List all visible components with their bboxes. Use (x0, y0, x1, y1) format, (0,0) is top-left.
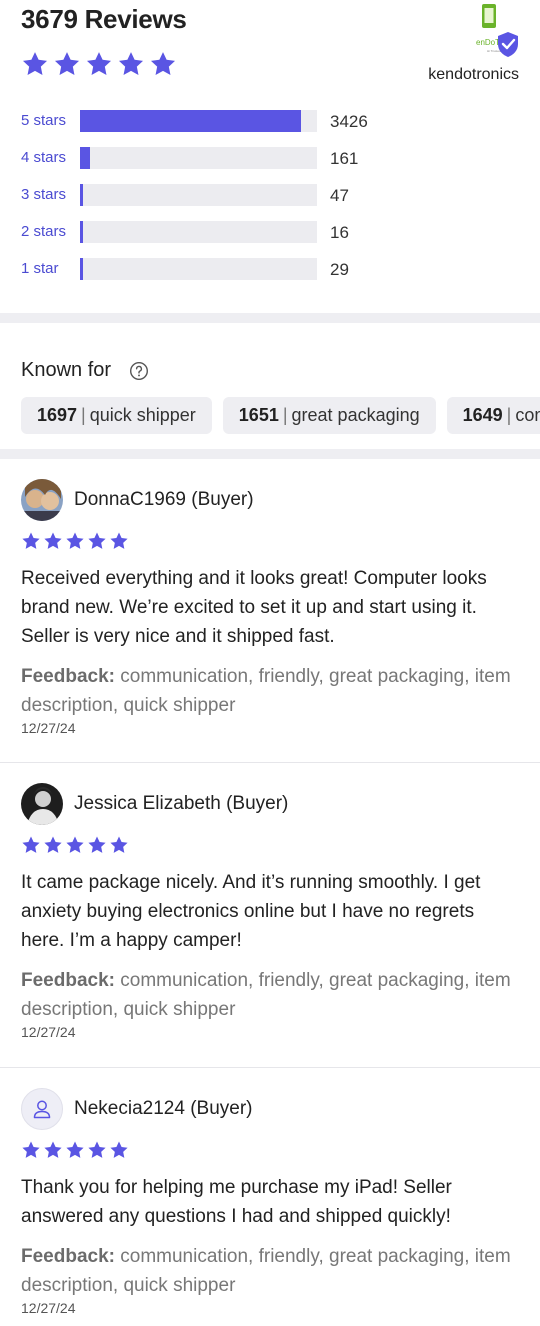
review-date: 12/27/24 (21, 1024, 76, 1040)
rating-bar-1[interactable]: 1 star 29 (21, 257, 421, 281)
rating-bar-label: 3 stars (21, 186, 67, 203)
star-icon (22, 52, 48, 75)
star-icon (118, 52, 144, 75)
known-for-title: Known for (21, 359, 112, 381)
verified-badge-icon (498, 32, 518, 57)
rating-bar-track (80, 184, 317, 206)
rating-bar-count: 3426 (330, 112, 368, 131)
star-icon (110, 532, 128, 549)
star-icon (110, 836, 128, 853)
star-icon (88, 1141, 106, 1158)
review-text: It came package nicely. And it’s running… (21, 872, 481, 951)
question-circle-icon[interactable] (129, 361, 149, 381)
star-icon (66, 836, 84, 853)
seller-logo[interactable]: enDoT Hi Trusted (454, 2, 522, 62)
rating-bar-2[interactable]: 2 stars 16 (21, 220, 421, 244)
rating-bar-count: 16 (330, 223, 349, 242)
review-card: Nekecia2124 (Buyer) Thank you for helpin… (0, 1068, 540, 1326)
review-count-title: 3679 Reviews (21, 4, 187, 34)
star-icon (44, 1141, 62, 1158)
review-date: 12/27/24 (21, 720, 76, 736)
star-icon (150, 52, 176, 75)
star-icon (88, 836, 106, 853)
user-icon (33, 1100, 51, 1119)
review-feedback: Feedback: communication, friendly, great… (21, 1242, 526, 1300)
star-icon (86, 52, 112, 75)
reviewer-avatar[interactable] (21, 783, 63, 825)
rating-bar-count: 47 (330, 186, 349, 205)
review-header: Jessica Elizabeth (Buyer) (21, 783, 288, 825)
chip-label: great packaging (291, 405, 420, 425)
known-for-chips: 1697 | quick shipper 1651 | great packaging … (21, 397, 540, 434)
review-header: DonnaC1969 (Buyer) (21, 479, 254, 521)
feedback-label: Feedback: (21, 1246, 115, 1267)
rating-bar-track (80, 221, 317, 243)
rating-bar-label: 2 stars (21, 223, 67, 240)
rating-bar-3[interactable]: 3 stars 47 (21, 183, 421, 207)
star-icon (44, 836, 62, 853)
review-card: DonnaC1969 (Buyer) Received everything a… (0, 459, 540, 763)
rating-bar-fill (80, 258, 83, 280)
star-icon (66, 532, 84, 549)
overall-rating-stars (21, 50, 177, 78)
rating-bar-track (80, 258, 317, 280)
reviewer-avatar[interactable] (21, 1088, 63, 1130)
reviewer-name[interactable]: DonnaC1969 (Buyer) (74, 489, 254, 511)
rating-bar-label: 4 stars (21, 149, 67, 166)
review-stars (21, 531, 129, 551)
rating-bar-track (80, 110, 317, 132)
reviewer-avatar[interactable] (21, 479, 63, 521)
rating-bar-fill (80, 221, 83, 243)
star-icon (22, 836, 40, 853)
chip-label: communication (515, 405, 540, 425)
rating-bar-label: 1 star (21, 260, 59, 277)
star-icon (88, 532, 106, 549)
star-icon (110, 1141, 128, 1158)
seller-logo-text: enDoT (476, 38, 500, 47)
star-icon (54, 52, 80, 75)
review-card: Jessica Elizabeth (Buyer) It came packag… (0, 763, 540, 1068)
chip-label: quick shipper (89, 405, 196, 425)
rating-bar-5[interactable]: 5 stars 3426 (21, 109, 421, 133)
review-feedback: Feedback: communication, friendly, great… (21, 966, 526, 1024)
chip-count: 1651 (238, 405, 279, 425)
review-text: Thank you for helping me purchase my iPa… (21, 1177, 452, 1227)
rating-bar-fill (80, 184, 84, 206)
star-icon (66, 1141, 84, 1158)
reviewer-name[interactable]: Jessica Elizabeth (Buyer) (74, 793, 288, 815)
known-for-section: Known for 1697 | quick shipper 1651 | great … (0, 323, 540, 449)
rating-bar-label: 5 stars (21, 112, 67, 129)
known-for-chip[interactable]: 1651 | great packaging (222, 397, 436, 434)
rating-bar-fill (80, 110, 301, 132)
star-icon (22, 532, 40, 549)
known-for-chip[interactable]: 1697 | quick shipper (21, 397, 212, 434)
star-icon (44, 532, 62, 549)
review-header: Nekecia2124 (Buyer) (21, 1088, 252, 1130)
section-divider (0, 449, 540, 459)
rating-bar-track (80, 147, 317, 169)
review-stars (21, 1140, 129, 1160)
rating-bar-count: 161 (330, 149, 359, 168)
star-icon (22, 1141, 40, 1158)
feedback-label: Feedback: (21, 666, 115, 687)
section-divider (0, 313, 540, 323)
review-date: 12/27/24 (21, 1300, 76, 1316)
review-stars (21, 835, 129, 855)
chip-count: 1649 (462, 405, 503, 425)
rating-summary: 3679 Reviews enDoT Hi Trusted kendotroni… (0, 0, 540, 313)
rating-bar-count: 29 (330, 260, 349, 279)
review-text: Received everything and it looks great! … (21, 568, 487, 647)
rating-bar-4[interactable]: 4 stars 161 (21, 146, 421, 170)
rating-bar-fill (80, 147, 91, 169)
seller-name[interactable]: kendotronics (428, 66, 519, 84)
seller-logo-subtext: Hi Trusted (487, 49, 501, 53)
reviewer-name[interactable]: Nekecia2124 (Buyer) (74, 1098, 252, 1120)
review-feedback: Feedback: communication, friendly, great… (21, 662, 526, 720)
chip-count: 1697 (37, 405, 78, 425)
known-for-chip[interactable]: 1649|communication (446, 397, 540, 434)
feedback-label: Feedback: (21, 970, 115, 991)
